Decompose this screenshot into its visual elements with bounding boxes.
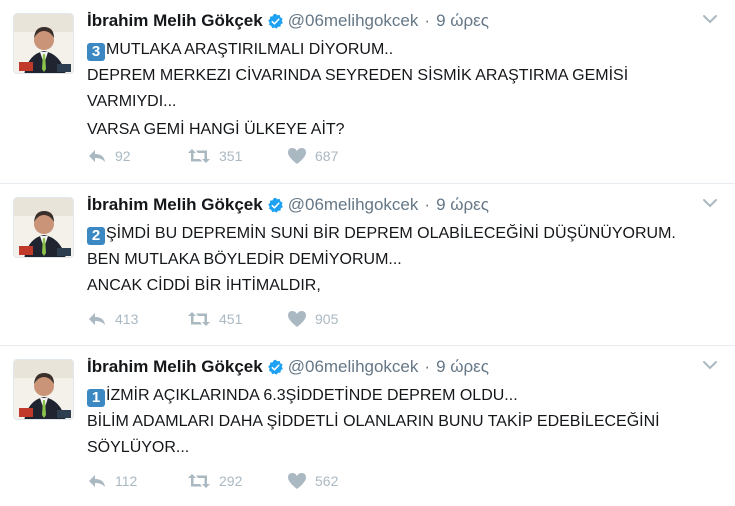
tweet-timestamp[interactable]: 9 ώρες — [436, 357, 489, 377]
keycap-number-emoji: 2 — [87, 227, 105, 245]
retweet-icon — [188, 474, 210, 488]
reply-count: 92 — [115, 148, 131, 164]
retweet-count: 351 — [219, 148, 243, 164]
reply-icon — [89, 150, 105, 162]
tweet-header: İbrahim Melih Gökçek @06melihgokcek · 9 … — [87, 194, 489, 216]
tweet-line: DEPREM MERKEZI CİVARINDA SEYREDEN SİSMİK… — [87, 67, 629, 84]
tweet-line-text: MUTLAKA ARAŞTIRILMALI DİYORUM.. — [106, 41, 394, 58]
tweet-line: BİLİM ADAMLARI DAHA ŞİDDETLİ OLANLARIN B… — [87, 413, 660, 430]
author-name[interactable]: İbrahim Melih Gökçek — [87, 357, 263, 377]
verified-badge-icon — [267, 13, 283, 29]
tweet-line: VARSA GEMİ HANGİ ÜLKEYE AİT? — [87, 121, 345, 138]
retweet-button[interactable]: 451 — [187, 311, 287, 327]
tweet[interactable]: İbrahim Melih Gökçek @06melihgokcek · 9 … — [0, 184, 735, 346]
heart-icon — [288, 311, 306, 327]
chevron-down-icon[interactable] — [701, 12, 719, 26]
like-button[interactable]: 562 — [287, 472, 387, 490]
separator-dot: · — [424, 11, 431, 30]
heart-icon — [288, 148, 306, 164]
author-handle[interactable]: @06melihgokcek — [288, 11, 419, 31]
reply-button[interactable]: 92 — [87, 148, 187, 164]
tweet-line: VARMIYDI... — [87, 93, 177, 110]
chevron-down-icon[interactable] — [701, 196, 719, 210]
reply-count: 413 — [115, 311, 139, 327]
reply-button[interactable]: 112 — [87, 473, 187, 489]
like-count: 687 — [315, 148, 339, 164]
tweet-feed: İbrahim Melih Gökçek @06melihgokcek · 9 … — [0, 0, 735, 506]
tweet-line-text: ŞİMDİ BU DEPREMİN SUNİ BİR DEPREM OLABİL… — [106, 225, 676, 242]
reply-button[interactable]: 413 — [87, 311, 187, 327]
tweet-text: 1 İZMİR AÇIKLARINDA 6.3ŞİDDETİNDE DEPREM … — [87, 383, 727, 461]
tweet-actions: 413 451 905 — [87, 310, 387, 328]
avatar[interactable] — [13, 197, 74, 258]
retweet-button[interactable]: 351 — [187, 148, 287, 164]
reply-icon — [89, 475, 105, 487]
tweet-line: SÖYLÜYOR... — [87, 439, 190, 456]
tweet-line-text: İZMİR AÇIKLARINDA 6.3ŞİDDETİNDE DEPREM O… — [106, 387, 518, 404]
retweet-count: 451 — [219, 311, 243, 327]
tweet-header: İbrahim Melih Gökçek @06melihgokcek · 9 … — [87, 356, 489, 378]
verified-badge-icon — [267, 197, 283, 213]
retweet-icon — [188, 312, 210, 326]
reply-icon — [89, 313, 105, 325]
tweet[interactable]: İbrahim Melih Gökçek @06melihgokcek · 9 … — [0, 346, 735, 506]
author-handle[interactable]: @06melihgokcek — [288, 357, 419, 377]
tweet-text: 2 ŞİMDİ BU DEPREMİN SUNİ BİR DEPREM OLABİ… — [87, 221, 727, 299]
tweet-timestamp[interactable]: 9 ώρες — [436, 11, 489, 31]
retweet-button[interactable]: 292 — [187, 473, 287, 489]
tweet-text: 3 MUTLAKA ARAŞTIRILMALI DİYORUM.. DEPREM … — [87, 37, 727, 143]
tweet-actions: 112 292 562 — [87, 472, 387, 490]
separator-dot: · — [424, 195, 431, 214]
chevron-down-icon[interactable] — [701, 358, 719, 372]
tweet-line: ANCAK CİDDİ BİR İHTİMALDIR, — [87, 277, 321, 294]
author-handle[interactable]: @06melihgokcek — [288, 195, 419, 215]
tweet-line: 3 MUTLAKA ARAŞTIRILMALI DİYORUM.. — [87, 37, 727, 63]
verified-badge-icon — [267, 359, 283, 375]
tweet-line: BEN MUTLAKA BÖYLEDİR DEMİYORUM... — [87, 251, 402, 268]
tweet-line: 1 İZMİR AÇIKLARINDA 6.3ŞİDDETİNDE DEPREM … — [87, 383, 727, 409]
like-count: 562 — [315, 473, 339, 489]
author-name[interactable]: İbrahim Melih Gökçek — [87, 195, 263, 215]
heart-icon — [288, 473, 306, 489]
avatar[interactable] — [13, 13, 74, 74]
tweet-timestamp[interactable]: 9 ώρες — [436, 195, 489, 215]
like-button[interactable]: 905 — [287, 310, 387, 328]
retweet-icon — [188, 149, 210, 163]
tweet-line: 2 ŞİMDİ BU DEPREMİN SUNİ BİR DEPREM OLABİ… — [87, 221, 727, 247]
tweet-header: İbrahim Melih Gökçek @06melihgokcek · 9 … — [87, 10, 489, 32]
like-count: 905 — [315, 311, 339, 327]
keycap-number-emoji: 3 — [87, 43, 105, 61]
tweet[interactable]: İbrahim Melih Gökçek @06melihgokcek · 9 … — [0, 0, 735, 184]
reply-count: 112 — [115, 473, 138, 489]
author-name[interactable]: İbrahim Melih Gökçek — [87, 11, 263, 31]
avatar[interactable] — [13, 359, 74, 420]
tweet-actions: 92 351 687 — [87, 147, 387, 165]
keycap-number-emoji: 1 — [87, 389, 105, 407]
separator-dot: · — [424, 357, 431, 376]
retweet-count: 292 — [219, 473, 243, 489]
like-button[interactable]: 687 — [287, 147, 387, 165]
